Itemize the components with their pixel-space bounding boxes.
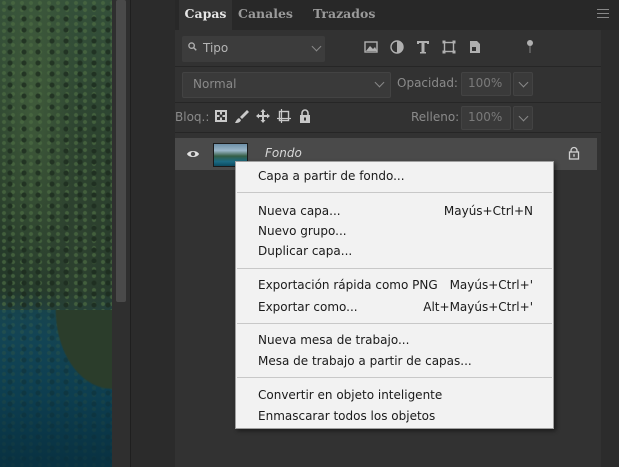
menu-separator — [237, 192, 552, 193]
document-canvas[interactable] — [0, 0, 112, 467]
menu-item-label: Convertir en objeto inteligente — [258, 388, 443, 402]
tab-layers[interactable]: Capas — [179, 0, 232, 30]
lock-label: Bloq.: — [175, 110, 210, 124]
hamburger-menu-icon[interactable] — [597, 9, 609, 19]
lock-all-icon[interactable] — [297, 108, 313, 124]
type-filter-icon[interactable] — [415, 39, 431, 55]
smart-object-filter-icon[interactable] — [467, 39, 483, 55]
tab-paths[interactable]: Trazados — [313, 0, 375, 30]
chevron-down-icon — [518, 111, 529, 122]
fill-value: 100% — [468, 110, 503, 124]
panel-tab-bar: Capas Canales Trazados — [175, 0, 619, 30]
layer-lock-icon[interactable] — [567, 146, 581, 160]
fill-slider-button[interactable] — [513, 106, 533, 130]
lock-image-pixels-icon[interactable] — [234, 108, 250, 124]
opacity-input[interactable]: 100% — [461, 72, 511, 96]
chevron-down-icon — [518, 77, 529, 88]
menu-item-label: Nueva capa... — [258, 204, 341, 218]
tab-channels[interactable]: Canales — [238, 0, 293, 30]
layer-context-menu: Capa a partir de fondo... Nueva capa... … — [235, 161, 554, 429]
menu-item-shortcut: Mayús+Ctrl+' — [449, 278, 533, 292]
menu-item-label: Nueva mesa de trabajo... — [258, 333, 410, 347]
opacity-value: 100% — [468, 76, 503, 90]
divider — [175, 102, 619, 103]
menu-item-convert-smart-object[interactable]: Convertir en objeto inteligente — [236, 385, 553, 405]
opacity-label: Opacidad: — [397, 76, 458, 90]
menu-item-export-as[interactable]: Exportar como... Alt+Mayús+Ctrl+' — [236, 297, 553, 317]
menu-item-quick-export-png[interactable]: Exportación rápida como PNG Mayús+Ctrl+' — [236, 275, 553, 295]
menu-item-label: Mesa de trabajo a partir de capas... — [258, 354, 472, 368]
menu-separator — [237, 323, 552, 324]
fill-label: Relleno: — [411, 110, 460, 124]
filter-kind-label: Tipo — [203, 41, 229, 55]
menu-item-shortcut: Alt+Mayús+Ctrl+' — [423, 300, 533, 314]
canvas-scroll-thumb[interactable] — [116, 0, 126, 302]
menu-item-layer-from-background[interactable]: Capa a partir de fondo... — [236, 166, 553, 186]
shape-filter-icon[interactable] — [441, 39, 457, 55]
layer-kind-filter[interactable]: Tipo — [182, 36, 325, 62]
menu-separator — [237, 377, 552, 378]
fill-input[interactable]: 100% — [461, 106, 511, 130]
image-filter-icon[interactable] — [363, 39, 379, 55]
menu-item-label: Enmascarar todos los objetos — [258, 409, 436, 423]
menu-item-label: Exportación rápida como PNG — [258, 278, 438, 292]
menu-separator — [237, 268, 552, 269]
menu-item-artboard-from-layers[interactable]: Mesa de trabajo a partir de capas... — [236, 351, 553, 371]
layer-name: Fondo — [265, 146, 302, 160]
menu-item-shortcut: Mayús+Ctrl+N — [443, 204, 533, 218]
divider — [175, 66, 619, 67]
chevron-down-icon — [374, 77, 385, 88]
menu-item-label: Nuevo grupo... — [258, 224, 347, 238]
panel-scrollbar[interactable] — [601, 30, 619, 467]
menu-item-label: Duplicar capa... — [258, 244, 353, 258]
chevron-down-icon — [311, 41, 322, 52]
filter-toggle-icon[interactable] — [522, 39, 538, 55]
lock-transparent-pixels-icon[interactable] — [213, 108, 229, 124]
panel-dock-gap — [131, 0, 175, 467]
menu-item-new-layer[interactable]: Nueva capa... Mayús+Ctrl+N — [236, 201, 553, 221]
divider — [175, 132, 619, 133]
menu-item-new-group[interactable]: Nuevo grupo... — [236, 221, 553, 241]
adjustment-filter-icon[interactable] — [389, 39, 405, 55]
blend-mode-select[interactable]: Normal — [182, 72, 391, 98]
menu-item-label: Capa a partir de fondo... — [258, 169, 405, 183]
blend-mode-value: Normal — [193, 77, 237, 91]
menu-item-label: Exportar como... — [258, 300, 358, 314]
lock-position-icon[interactable] — [255, 108, 271, 124]
search-icon — [188, 42, 197, 51]
visibility-eye-icon[interactable] — [186, 148, 200, 160]
menu-item-new-artboard[interactable]: Nueva mesa de trabajo... — [236, 330, 553, 350]
menu-item-duplicate-layer[interactable]: Duplicar capa... — [236, 241, 553, 261]
menu-item-mask-all-objects[interactable]: Enmascarar todos los objetos — [236, 406, 553, 426]
opacity-slider-button[interactable] — [513, 72, 533, 96]
lock-artboard-icon[interactable] — [276, 108, 292, 124]
